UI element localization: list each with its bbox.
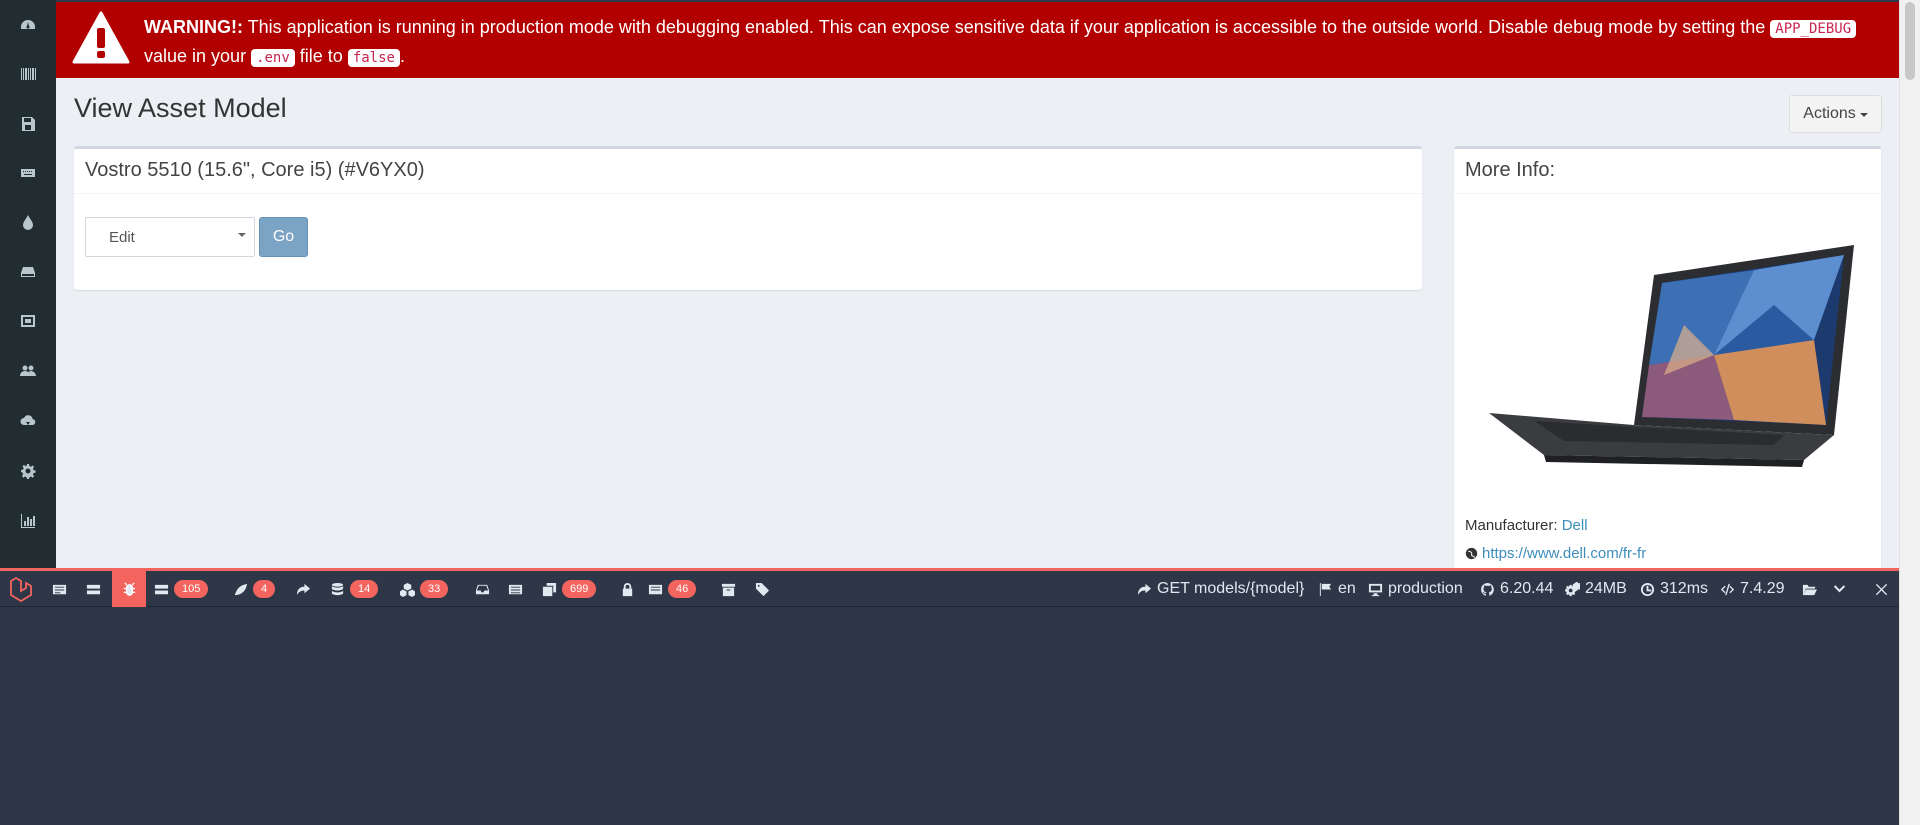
flag-icon [1319,582,1332,596]
tags-tab-icon[interactable] [755,571,770,607]
server-icon[interactable] [0,301,56,341]
locale-info[interactable]: en [1318,571,1356,607]
clock-icon [1640,582,1655,596]
locale-value: en [1338,580,1356,597]
model-box: Vostro 5510 (15.6", Core i5) (#V6YX0) Ed… [74,146,1422,290]
gear-icon[interactable] [0,451,56,491]
archive-tab-icon[interactable] [721,571,736,607]
debugbar: 105 4 14 33 699 46 GET models/{model} en… [0,568,1899,825]
code-icon [1720,583,1735,595]
desktop-icon [1368,583,1383,596]
barcode-icon[interactable] [0,54,56,94]
messages-tab-icon[interactable] [52,571,67,607]
route-tab[interactable]: 4 [233,571,276,607]
version-value: 6.20.44 [1500,580,1554,597]
manufacturer-row: Manufacturer: Dell [1465,517,1588,534]
cogs-icon [1565,581,1580,596]
route-value: GET models/{model} [1157,580,1305,597]
code-env: .env [251,49,295,67]
env-value: production [1388,580,1463,597]
models-tab[interactable]: 33 [400,571,449,607]
manufacturer-url-row[interactable]: https://www.dell.com/fr-fr [1465,545,1646,562]
views-icon [154,584,169,594]
github-icon [1481,582,1494,596]
memory-value: 24MB [1585,580,1627,597]
warning-title: WARNING!: [144,17,243,37]
redirect-tab-icon[interactable] [296,571,311,607]
views-tab[interactable]: 105 [154,571,209,607]
mail-tab-icon[interactable] [475,571,490,607]
request-badge: 46 [668,580,697,598]
cloud-download-icon[interactable] [0,400,56,440]
sidebar [0,0,56,570]
request-icon [648,584,663,594]
actions-label: Actions [1803,105,1856,122]
laravel-logo-icon[interactable] [8,571,34,607]
warning-text-part: This application is running in productio… [242,17,1771,37]
code-app-debug: APP_DEBUG [1770,20,1857,38]
close-icon[interactable] [1874,571,1889,607]
save-icon[interactable] [0,104,56,144]
share-icon [1137,583,1152,595]
keyboard-icon[interactable] [0,153,56,193]
php-value: 7.4.29 [1740,580,1785,597]
action-select[interactable]: Edit [85,217,255,257]
scrollbar-thumb[interactable] [1905,2,1915,80]
go-button[interactable]: Go [259,217,308,257]
code-false: false [347,49,400,67]
warning-text-part: file to [294,46,348,66]
hdd-icon[interactable] [0,252,56,292]
manufacturer-url[interactable]: https://www.dell.com/fr-fr [1482,545,1646,562]
leaf-icon [234,583,248,595]
page-title: View Asset Model [74,93,287,123]
open-folder-icon[interactable] [1802,571,1817,607]
model-image [1489,245,1854,467]
env-info[interactable]: production [1368,571,1463,607]
dashboard-icon[interactable] [0,5,56,45]
warning-icon [72,11,130,64]
database-icon [331,582,344,595]
tint-icon[interactable] [0,202,56,242]
timeline-tab-icon[interactable] [86,571,101,607]
users-icon[interactable] [0,351,56,391]
more-info-box: More Info: Manufacturer: Dell https://ww… [1454,146,1881,570]
select-value: Edit [109,229,135,246]
database-badge: 14 [350,580,379,598]
caret-down-icon [238,233,246,237]
events-badge: 699 [562,580,597,598]
globe-icon [1465,547,1478,560]
memory-info[interactable]: 24MB [1565,571,1627,607]
more-info-title: More Info: [1454,149,1881,194]
caret-down-icon [1859,113,1868,117]
minimize-chevron-icon[interactable] [1832,571,1847,607]
exceptions-tab-icon[interactable] [112,571,146,607]
gate-tab-icon[interactable] [508,571,523,607]
debug-warning-banner: WARNING!: This application is running in… [56,0,1899,78]
models-badge: 33 [420,580,449,598]
time-value: 312ms [1660,580,1709,597]
warning-text-part: value in your [144,46,252,66]
events-tab[interactable]: 699 [542,571,597,607]
cubes-icon [400,582,415,597]
manufacturer-label: Manufacturer: [1465,517,1558,534]
session-lock-icon[interactable] [620,571,635,607]
scrollbar[interactable] [1899,0,1920,825]
views-badge: 105 [174,580,209,598]
route-info[interactable]: GET models/{model} [1137,571,1304,607]
warning-text-part: . [399,46,405,66]
actions-button[interactable]: Actions [1789,95,1882,133]
model-title: Vostro 5510 (15.6", Core i5) (#V6YX0) [74,149,1422,194]
version-info[interactable]: 6.20.44 [1480,571,1553,607]
manufacturer-link[interactable]: Dell [1562,517,1588,534]
debugbar-header: 105 4 14 33 699 46 GET models/{model} en… [0,571,1899,607]
warning-text: WARNING!: This application is running in… [144,14,1864,72]
bar-chart-icon[interactable] [0,501,56,541]
request-tab[interactable]: 46 [648,571,697,607]
clone-icon [542,582,557,596]
time-info[interactable]: 312ms [1640,571,1708,607]
php-info[interactable]: 7.4.29 [1720,571,1784,607]
database-tab[interactable]: 14 [330,571,379,607]
route-badge: 4 [253,580,276,598]
